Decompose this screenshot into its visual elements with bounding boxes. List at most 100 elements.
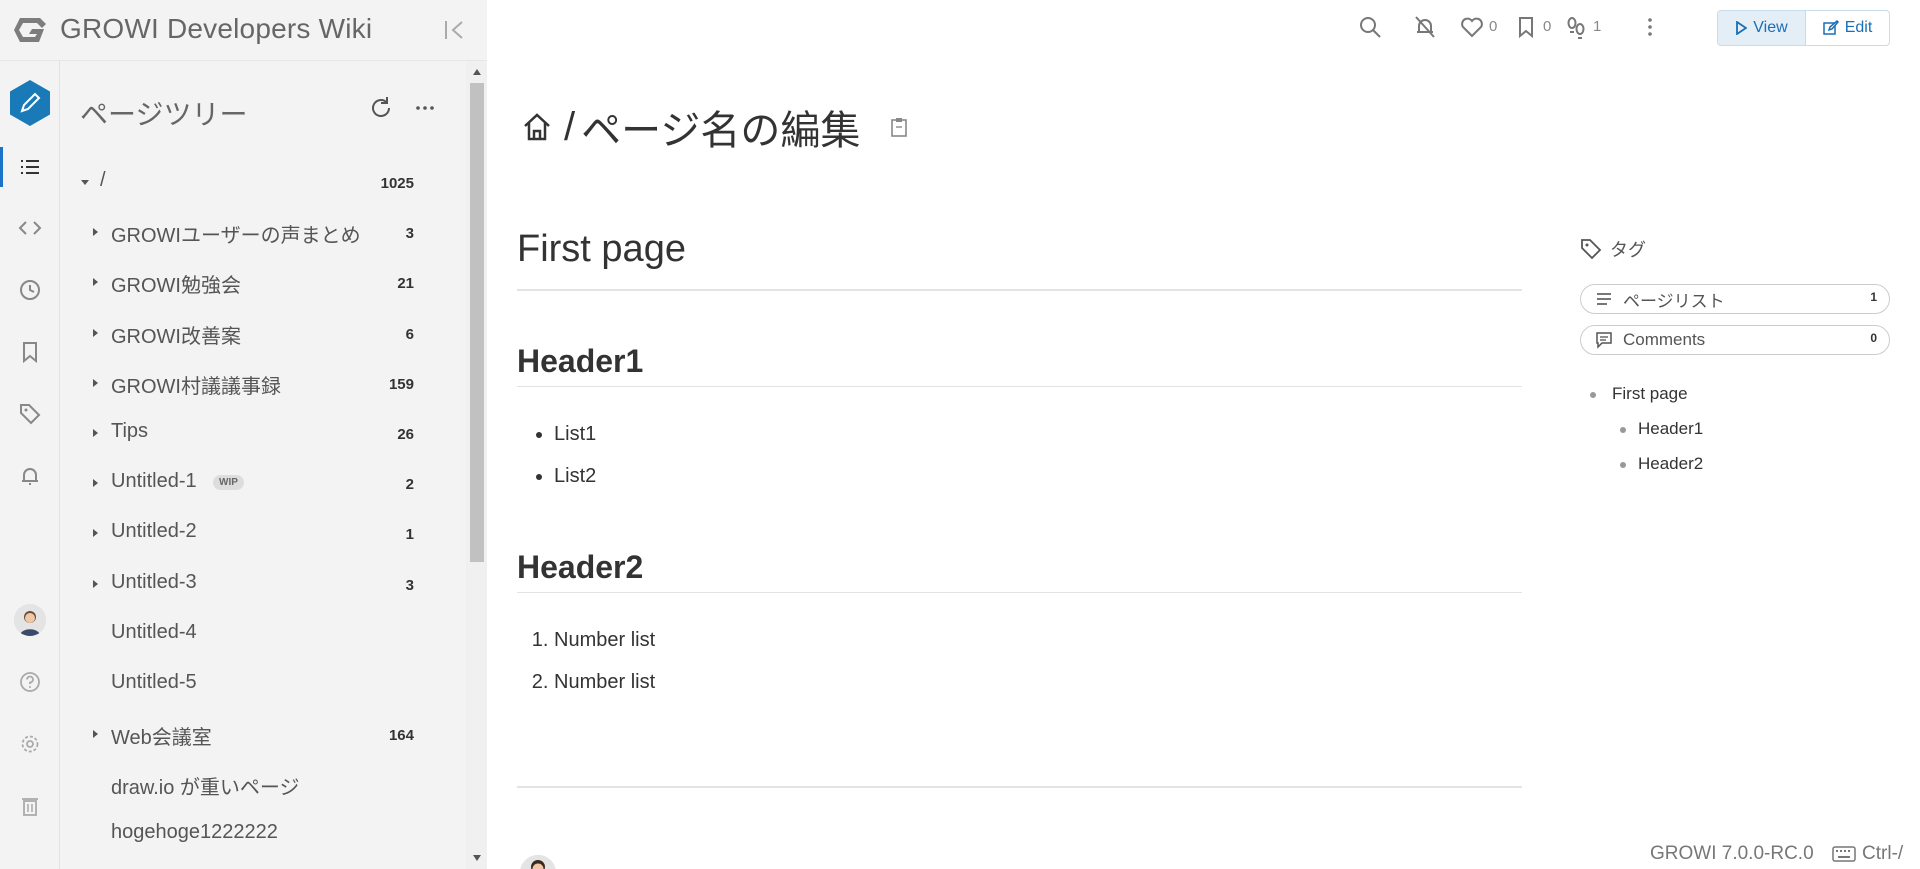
tree-item[interactable]: Untitled-3 3 — [60, 559, 466, 609]
home-icon[interactable] — [520, 110, 554, 144]
caret-right-icon[interactable] — [88, 426, 102, 440]
tree-item-label[interactable]: draw.io が重いページ — [111, 771, 300, 800]
author-avatar[interactable] — [520, 855, 556, 869]
numbered-list: Number list Number list — [554, 619, 1522, 703]
keyboard-shortcut-hint[interactable]: Ctrl-/ — [1832, 843, 1903, 865]
bullet-dot — [1590, 392, 1596, 398]
refresh-icon[interactable] — [368, 95, 394, 121]
seen-count: 1 — [1593, 18, 1602, 35]
tree-item-label[interactable]: GROWI改善案 — [111, 320, 241, 349]
version-label: GROWI 7.0.0-RC.0 — [1650, 843, 1814, 864]
page-tree-panel: ページツリー /1025 GROWIユーザーの声まとめ 3 GROWI勉強会 21 GRO… — [60, 61, 487, 869]
view-button[interactable]: View — [1718, 11, 1805, 45]
subscribe-bell-off-icon[interactable] — [1412, 14, 1438, 40]
sidebar-rail — [0, 61, 60, 869]
footprints-icon[interactable] — [1563, 14, 1589, 40]
caret-right-icon[interactable] — [88, 526, 102, 540]
comments-button[interactable]: Comments 0 — [1580, 325, 1890, 355]
tree-item-label[interactable]: Untitled-5 — [111, 671, 197, 694]
help-icon[interactable] — [15, 667, 45, 697]
comment-icon — [1596, 332, 1612, 349]
list-item: List2 — [554, 455, 1522, 497]
caret-right-icon[interactable] — [88, 225, 102, 239]
edit-button[interactable]: Edit — [1805, 11, 1889, 45]
toc-item-label: Header1 — [1638, 419, 1704, 438]
like-heart-icon[interactable] — [1459, 14, 1485, 40]
page-list-label: ページリスト — [1623, 291, 1725, 311]
tree-item-label[interactable]: GROWI村議議事録 — [111, 370, 281, 399]
scroll-up-arrow-icon[interactable] — [472, 67, 482, 77]
content-heading-h1: First page — [517, 228, 1522, 291]
caret-right-icon[interactable] — [88, 727, 102, 741]
collapse-sidebar-icon[interactable] — [442, 17, 468, 43]
tree-item[interactable]: hogehoge1222222 — [60, 809, 466, 859]
caret-right-icon[interactable] — [88, 476, 102, 490]
tags-icon[interactable] — [15, 399, 45, 429]
shortcut-label: Ctrl-/ — [1862, 843, 1904, 864]
bookmarks-icon[interactable] — [15, 337, 45, 367]
tree-item[interactable]: Tips 26 — [60, 408, 466, 458]
tree-item-label[interactable]: Tips — [111, 420, 148, 443]
page-side-panel: タグ ページリスト 1 Comments 0 First page Header… — [1580, 236, 1890, 473]
toc-item[interactable]: Header2 — [1580, 446, 1703, 481]
tags-section[interactable]: タグ — [1580, 236, 1890, 262]
tree-item-label[interactable]: GROWI勉強会 — [111, 269, 241, 298]
settings-gear-icon[interactable] — [15, 729, 45, 759]
toc-item[interactable]: Header1 — [1580, 411, 1703, 446]
caret-right-icon[interactable] — [88, 376, 102, 390]
tree-item[interactable]: / 1025 — [60, 157, 466, 207]
caret-right-icon[interactable] — [88, 326, 102, 340]
page-list-count: 1 — [1870, 290, 1877, 304]
caret-right-icon[interactable] — [88, 275, 102, 289]
tree-item[interactable]: Untitled-1 WIP 2 — [60, 458, 466, 508]
tree-item-label[interactable]: Untitled-3 — [111, 571, 197, 594]
tree-item[interactable]: GROWI勉強会 21 — [60, 257, 466, 307]
tree-item[interactable]: Untitled-5 — [60, 659, 466, 709]
table-of-contents: First page Header1 Header2 — [1580, 376, 1703, 481]
tree-item-label[interactable]: Untitled-1 — [111, 470, 197, 493]
notifications-icon[interactable] — [15, 461, 45, 491]
tree-scrollbar[interactable] — [466, 61, 487, 869]
edit-pencil-icon — [1822, 20, 1839, 35]
tag-icon — [1581, 239, 1602, 260]
tree-item-label[interactable]: Web会議室 — [111, 721, 212, 750]
recent-changes-icon[interactable] — [15, 275, 45, 305]
tree-item-label[interactable]: GROWIユーザーの声まとめ — [111, 219, 361, 248]
tree-item[interactable]: GROWI改善案 6 — [60, 308, 466, 358]
tree-item[interactable]: draw.io が重いページ — [60, 759, 466, 809]
scroll-down-arrow-icon[interactable] — [472, 853, 482, 863]
tree-item[interactable]: Untitled-2 1 — [60, 508, 466, 558]
custom-sidebar-icon[interactable] — [15, 213, 45, 243]
page-tree-icon[interactable] — [15, 152, 45, 182]
page-list-button[interactable]: ページリスト 1 — [1580, 284, 1890, 314]
tree-item-count: 159 — [388, 375, 414, 393]
growi-logo-icon[interactable] — [13, 14, 49, 46]
create-page-button[interactable] — [5, 78, 55, 128]
content-heading-header2: Header2 — [517, 549, 1522, 593]
tree-item-count: 1025 — [380, 175, 414, 192]
more-options-icon[interactable] — [412, 95, 438, 121]
tree-item-label[interactable]: Untitled-2 — [111, 520, 197, 543]
tree-item-label[interactable]: hogehoge1222222 — [111, 821, 278, 844]
page-path: / ページ名の編集 — [520, 98, 910, 156]
trash-icon[interactable] — [15, 791, 45, 821]
caret-right-icon[interactable] — [88, 577, 102, 591]
tree-item[interactable]: GROWI村議議事録 159 — [60, 358, 466, 408]
toc-item[interactable]: First page — [1580, 376, 1703, 411]
tree-item[interactable]: GROWIユーザーの声まとめ 3 — [60, 207, 466, 257]
tree-item[interactable]: Untitled-4 — [60, 609, 466, 659]
brand-header: GROWI Developers Wiki — [0, 0, 487, 61]
page-title[interactable]: ページ名の編集 — [581, 98, 860, 156]
tree-item-label[interactable]: / — [100, 169, 106, 192]
app-title[interactable]: GROWI Developers Wiki — [60, 13, 372, 45]
tree-item-label[interactable]: Untitled-4 — [111, 621, 197, 644]
more-vertical-icon[interactable] — [1637, 14, 1663, 40]
tree-item[interactable]: Web会議室 164 — [60, 709, 466, 759]
tree-item-count: 3 — [405, 576, 414, 594]
scrollbar-thumb[interactable] — [470, 83, 484, 562]
search-icon[interactable] — [1357, 14, 1383, 40]
caret-down-icon[interactable] — [78, 175, 92, 189]
copy-clipboard-icon[interactable] — [888, 116, 910, 138]
user-avatar[interactable] — [14, 604, 46, 636]
bookmark-icon[interactable] — [1513, 14, 1539, 40]
